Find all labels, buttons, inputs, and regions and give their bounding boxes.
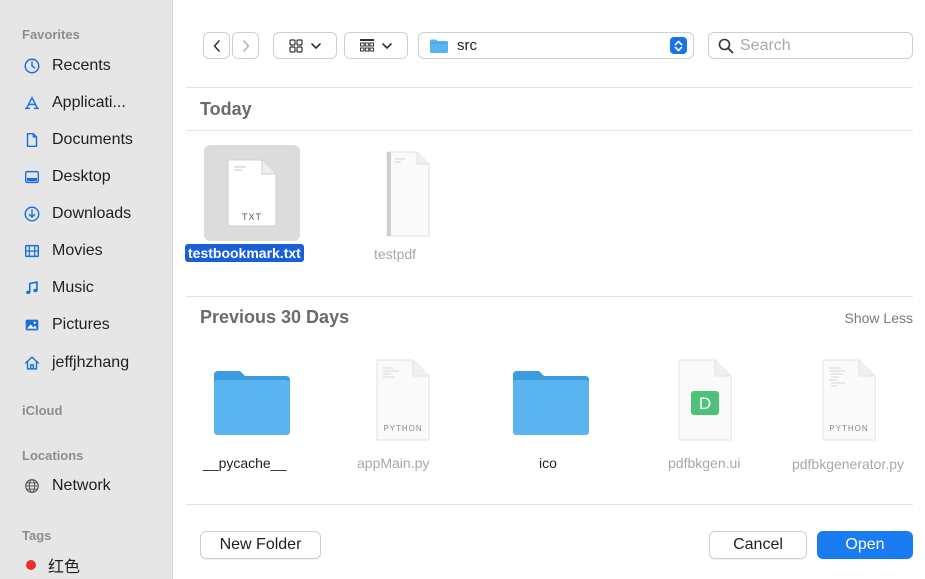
group-title-today: Today (200, 99, 252, 119)
file-thumbnail-pdfbkgen-ui[interactable]: D (658, 355, 748, 445)
sidebar-item-desktop[interactable]: Desktop (22, 164, 172, 190)
file-name-pdfbkgenerator[interactable]: pdfbkgenerator.py (778, 455, 918, 474)
folder-icon (214, 371, 290, 435)
search-field[interactable] (708, 32, 913, 59)
sidebar-item-network[interactable]: Network (22, 473, 172, 499)
sidebar-item-label: jeffjhzhang (52, 354, 130, 371)
show-less-button[interactable]: Show Less (845, 310, 913, 326)
designer-file-icon: D (678, 359, 732, 441)
folder-icon (513, 371, 589, 435)
sidebar-item-home[interactable]: jeffjhzhang (22, 350, 172, 376)
group-by-button[interactable] (344, 32, 408, 59)
svg-text:TXT: TXT (242, 212, 262, 222)
path-label: src (457, 37, 477, 54)
python-file-icon: PYTHON (822, 359, 876, 441)
sidebar-item-tag-red[interactable]: 红色 (22, 552, 172, 578)
file-name-pycache[interactable]: __pycache__ (203, 455, 286, 471)
red-tag-dot-icon (26, 560, 36, 570)
picture-icon (22, 315, 42, 335)
favorites-section-title: Favorites (22, 27, 80, 42)
popup-stepper-icon (670, 37, 687, 54)
desktop-icon (22, 167, 42, 187)
footer-divider (186, 504, 913, 505)
sidebar-item-label: Downloads (52, 205, 132, 222)
applications-icon (22, 93, 42, 113)
svg-text:PYTHON: PYTHON (829, 424, 868, 433)
python-file-icon: PYTHON (376, 359, 430, 441)
file-thumbnail-ico[interactable] (507, 362, 595, 442)
file-thumbnail-pdfbkgenerator[interactable]: PYTHON (802, 355, 892, 445)
open-button[interactable]: Open (817, 531, 913, 559)
sidebar-item-label: Pictures (52, 316, 110, 333)
back-button[interactable] (203, 32, 230, 59)
folder-icon (430, 39, 448, 53)
icloud-section-title[interactable]: iCloud (22, 403, 62, 418)
sidebar-item-pictures[interactable]: Pictures (22, 312, 172, 338)
sidebar-item-label: Network (52, 477, 111, 494)
view-mode-button[interactable] (273, 32, 337, 59)
sidebar-item-documents[interactable]: Documents (22, 127, 172, 153)
new-folder-button[interactable]: New Folder (200, 531, 321, 559)
sidebar-item-label: Documents (52, 131, 133, 148)
download-icon (22, 204, 42, 224)
sidebar-item-movies[interactable]: Movies (22, 238, 172, 264)
locations-section-title: Locations (22, 448, 84, 463)
music-note-icon (22, 278, 42, 298)
sidebar-item-recents[interactable]: Recents (22, 53, 172, 79)
film-icon (22, 241, 42, 261)
svg-text:PYTHON: PYTHON (383, 424, 422, 433)
sidebar-item-label: Music (52, 279, 94, 296)
clock-icon (22, 56, 42, 76)
sidebar-item-music[interactable]: Music (22, 275, 172, 301)
sidebar-item-downloads[interactable]: Downloads (22, 201, 172, 227)
globe-icon (22, 476, 42, 496)
group-title-previous: Previous 30 Days (200, 307, 350, 327)
pdf-file-icon (386, 151, 430, 237)
tags-section-title: Tags (22, 528, 52, 543)
search-icon (718, 38, 734, 53)
sidebar-item-label: Desktop (52, 168, 111, 185)
file-thumbnail-pycache[interactable] (208, 362, 296, 442)
document-icon (22, 130, 42, 150)
chevron-left-icon (213, 39, 220, 52)
path-popup[interactable]: src (418, 32, 694, 59)
sidebar-item-label: 红色 (48, 559, 81, 576)
grid-view-icon (289, 38, 303, 53)
file-name-pdfbkgen-ui[interactable]: pdfbkgen.ui (668, 455, 740, 471)
file-thumbnail-testbookmark[interactable]: TXT (204, 145, 300, 241)
file-name-ico[interactable]: ico (539, 455, 557, 471)
file-thumbnail-testpdf[interactable] (355, 145, 451, 241)
forward-button[interactable] (232, 32, 259, 59)
group-divider (186, 296, 913, 297)
group-view-icon (360, 38, 374, 51)
sidebar-item-label: Movies (52, 242, 103, 259)
toolbar-divider (186, 87, 913, 88)
file-name-testbookmark[interactable]: testbookmark.txt (185, 244, 304, 262)
chevron-right-icon (242, 39, 249, 52)
sidebar: Favorites Recents Applicati... Documents… (0, 0, 173, 579)
search-input[interactable] (740, 36, 910, 55)
file-name-testpdf[interactable]: testpdf (374, 246, 416, 262)
sidebar-item-label: Recents (52, 57, 111, 74)
text-file-icon: TXT (227, 159, 277, 227)
sidebar-item-applications[interactable]: Applicati... (22, 90, 172, 116)
group-divider (186, 130, 913, 131)
chevron-down-icon (382, 42, 392, 49)
svg-text:D: D (699, 394, 711, 413)
file-name-appmain[interactable]: appMain.py (357, 455, 429, 471)
file-thumbnail-appmain[interactable]: PYTHON (356, 355, 446, 445)
sidebar-item-label: Applicati... (52, 94, 126, 111)
chevron-down-icon (311, 42, 321, 49)
home-icon (22, 353, 42, 373)
cancel-button[interactable]: Cancel (709, 531, 807, 559)
